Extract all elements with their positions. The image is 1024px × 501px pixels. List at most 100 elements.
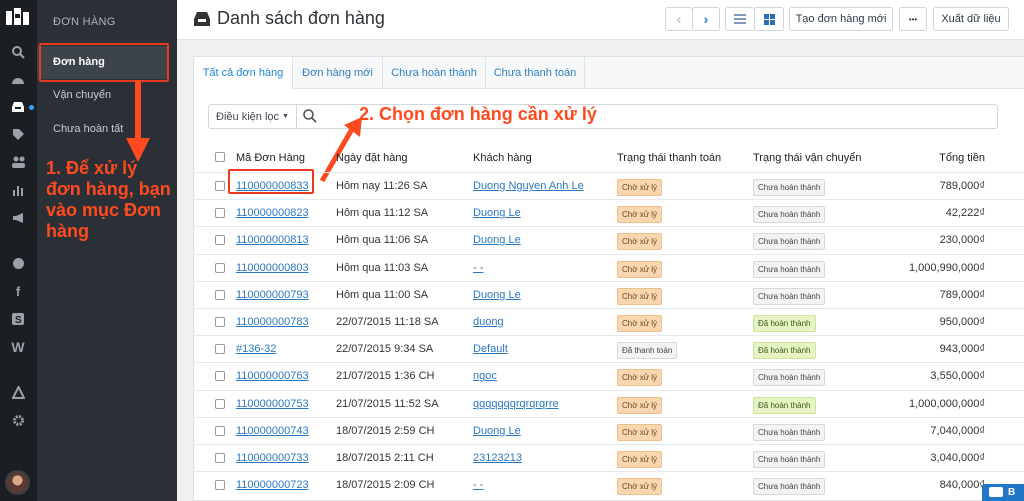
customer-link[interactable]: Default (473, 343, 508, 355)
tab-all-orders[interactable]: Tất cả đơn hàng (194, 57, 293, 90)
list-view-button[interactable] (725, 7, 755, 31)
table-row[interactable]: 110000000823 Hôm qua 11:12 SA Duong Le Chờ … (194, 199, 1024, 226)
table-row[interactable]: 110000000763 21/07/2015 1:36 CH ngoc Chờ xử… (194, 362, 1024, 389)
order-code-link[interactable]: #136-32 (236, 343, 276, 355)
filter-conditions-dropdown[interactable]: Điều kiện lọc ▼ (209, 105, 297, 128)
highlight-orders-menu (39, 43, 169, 82)
next-page-button[interactable]: › (692, 7, 720, 31)
app-logo-icon[interactable] (5, 6, 31, 28)
select-all-checkbox[interactable] (215, 152, 225, 162)
order-code-link[interactable]: 110000000793 (236, 289, 309, 301)
marketing-megaphone-icon[interactable] (8, 208, 28, 228)
customer-link[interactable]: qqqqqqqrqrqrqrre (473, 398, 559, 410)
table-row[interactable]: #136-32 22/07/2015 9:34 SA Default Đã thanh… (194, 335, 1024, 362)
payment-status-badge: Chờ xử lý (617, 179, 663, 196)
order-date: 21/07/2015 11:52 SA (336, 397, 439, 410)
table-row[interactable]: 110000000743 18/07/2015 2:59 CH Duong Le Ch… (194, 416, 1024, 444)
customer-link[interactable]: Duong Le (473, 425, 521, 437)
row-checkbox[interactable] (215, 425, 225, 436)
table-row[interactable]: 110000000793 Hôm qua 11:00 SA Duong Le Chờ … (194, 280, 1024, 308)
create-order-button[interactable]: Tạo đơn hàng mới (789, 7, 893, 31)
order-code-link[interactable]: 110000000823 (236, 207, 309, 219)
row-checkbox[interactable] (215, 317, 225, 327)
dashboard-icon[interactable] (8, 69, 28, 89)
customer-link[interactable]: Duong Le (473, 207, 521, 219)
row-checkbox[interactable] (215, 289, 225, 300)
chat-widget-button[interactable]: B (982, 484, 1024, 501)
order-date: 22/07/2015 9:34 SA (336, 343, 434, 356)
export-data-button[interactable]: Xuất dữ liệu (933, 7, 1009, 31)
wordpress-w-icon[interactable]: W (8, 337, 28, 357)
tab-new-orders[interactable]: Đơn hàng mới (293, 57, 383, 89)
prev-page-button[interactable]: ‹ (665, 7, 693, 31)
row-checkbox[interactable] (215, 262, 225, 273)
row-checkbox[interactable] (215, 453, 225, 463)
grid-view-button[interactable] (754, 7, 784, 31)
sidebar-item-incomplete[interactable]: Chưa hoàn tất (53, 123, 123, 135)
active-indicator (29, 105, 34, 110)
customer-link[interactable]: Duong Le (473, 289, 521, 301)
chevron-right-icon: › (703, 11, 709, 27)
settings-gear-icon[interactable] (8, 410, 28, 430)
order-code-link[interactable]: 110000000723 (236, 479, 309, 491)
user-avatar[interactable] (5, 470, 30, 495)
row-checkbox[interactable] (215, 208, 225, 219)
orders-inbox-icon[interactable] (8, 97, 28, 117)
order-total: 789,000₫ (939, 180, 985, 192)
payment-status-badge: Chờ xử lý (617, 423, 663, 441)
order-code-link[interactable]: 110000000803 (236, 262, 309, 274)
customer-link[interactable]: duong (473, 316, 504, 328)
table-row[interactable]: 110000000753 21/07/2015 11:52 SA qqqqqqqrq… (194, 389, 1024, 417)
more-actions-button[interactable]: ••• (899, 7, 927, 31)
tab-incomplete[interactable]: Chưa hoàn thành (383, 57, 486, 89)
payment-status-badge: Chờ xử lý (617, 260, 663, 278)
main-content: Danh sách đơn hàng ‹ › Tạo đơn hàng mới … (177, 0, 1024, 501)
search-icon[interactable] (8, 42, 28, 62)
table-row[interactable]: 110000000833 Hôm nay 11:26 SA Duong Nguyen… (194, 172, 1024, 199)
order-date: Hôm qua 11:00 SA (336, 288, 429, 301)
table-row[interactable]: 110000000783 22/07/2015 11:18 SA duong Chờ … (194, 308, 1024, 335)
tag-icon[interactable] (8, 124, 28, 144)
row-checkbox[interactable] (215, 235, 225, 246)
order-date: 21/07/2015 1:36 CH (336, 370, 435, 383)
order-code-link[interactable]: 110000000753 (236, 398, 309, 410)
order-code-link[interactable]: 110000000763 (236, 370, 309, 382)
row-checkbox[interactable] (215, 480, 225, 491)
customers-icon[interactable] (8, 152, 28, 172)
reports-icon[interactable] (8, 180, 28, 200)
row-checkbox[interactable] (215, 371, 225, 382)
customer-link[interactable]: - - (473, 479, 483, 491)
shipping-status-badge: Chưa hoàn thành (753, 451, 826, 468)
order-total: 7,040,000₫ (930, 424, 985, 437)
table-row[interactable]: 110000000733 18/07/2015 2:11 CH 23123213 Ch… (194, 444, 1024, 471)
annotation-arrow-down (126, 80, 150, 162)
customer-link[interactable]: ngoc (473, 370, 497, 382)
icon-rail: f S W (0, 0, 37, 501)
sendo-icon[interactable]: S (8, 309, 28, 329)
row-checkbox[interactable] (215, 398, 225, 409)
customer-link[interactable]: Duong Nguyen Anh Le (473, 180, 584, 192)
customer-link[interactable]: 23123213 (473, 452, 522, 464)
search-icon[interactable] (303, 109, 317, 123)
payment-status-badge: Chờ xử lý (617, 478, 663, 496)
tab-unpaid[interactable]: Chưa thanh toán (486, 57, 585, 89)
table-row[interactable]: 110000000813 Hôm qua 11:06 SA Duong Le Chờ … (194, 226, 1024, 253)
table-row[interactable]: 110000000723 18/07/2015 2:09 CH - - Chờ xử … (194, 471, 1024, 498)
customer-link[interactable]: - - (473, 262, 483, 274)
apps-icon[interactable] (8, 382, 28, 402)
globe-icon[interactable] (8, 253, 28, 273)
order-date: 18/07/2015 2:09 CH (336, 479, 435, 492)
order-code-link[interactable]: 110000000813 (236, 234, 309, 246)
sidebar-item-shipping[interactable]: Vận chuyển (53, 89, 111, 101)
order-code-link[interactable]: 110000000783 (236, 316, 309, 328)
row-checkbox[interactable] (215, 181, 225, 191)
row-checkbox[interactable] (215, 344, 225, 355)
facebook-icon[interactable]: f (8, 281, 28, 301)
order-total: 789,000₫ (939, 288, 985, 301)
shipping-status-badge: Đã hoàn thành (753, 315, 816, 332)
shipping-status-badge: Đã hoàn thành (753, 396, 816, 414)
order-code-link[interactable]: 110000000743 (236, 425, 309, 437)
table-row[interactable]: 110000000803 Hôm qua 11:03 SA - - Chờ xử lý… (194, 253, 1024, 281)
order-code-link[interactable]: 110000000733 (236, 452, 309, 464)
customer-link[interactable]: Duong Le (473, 234, 521, 246)
